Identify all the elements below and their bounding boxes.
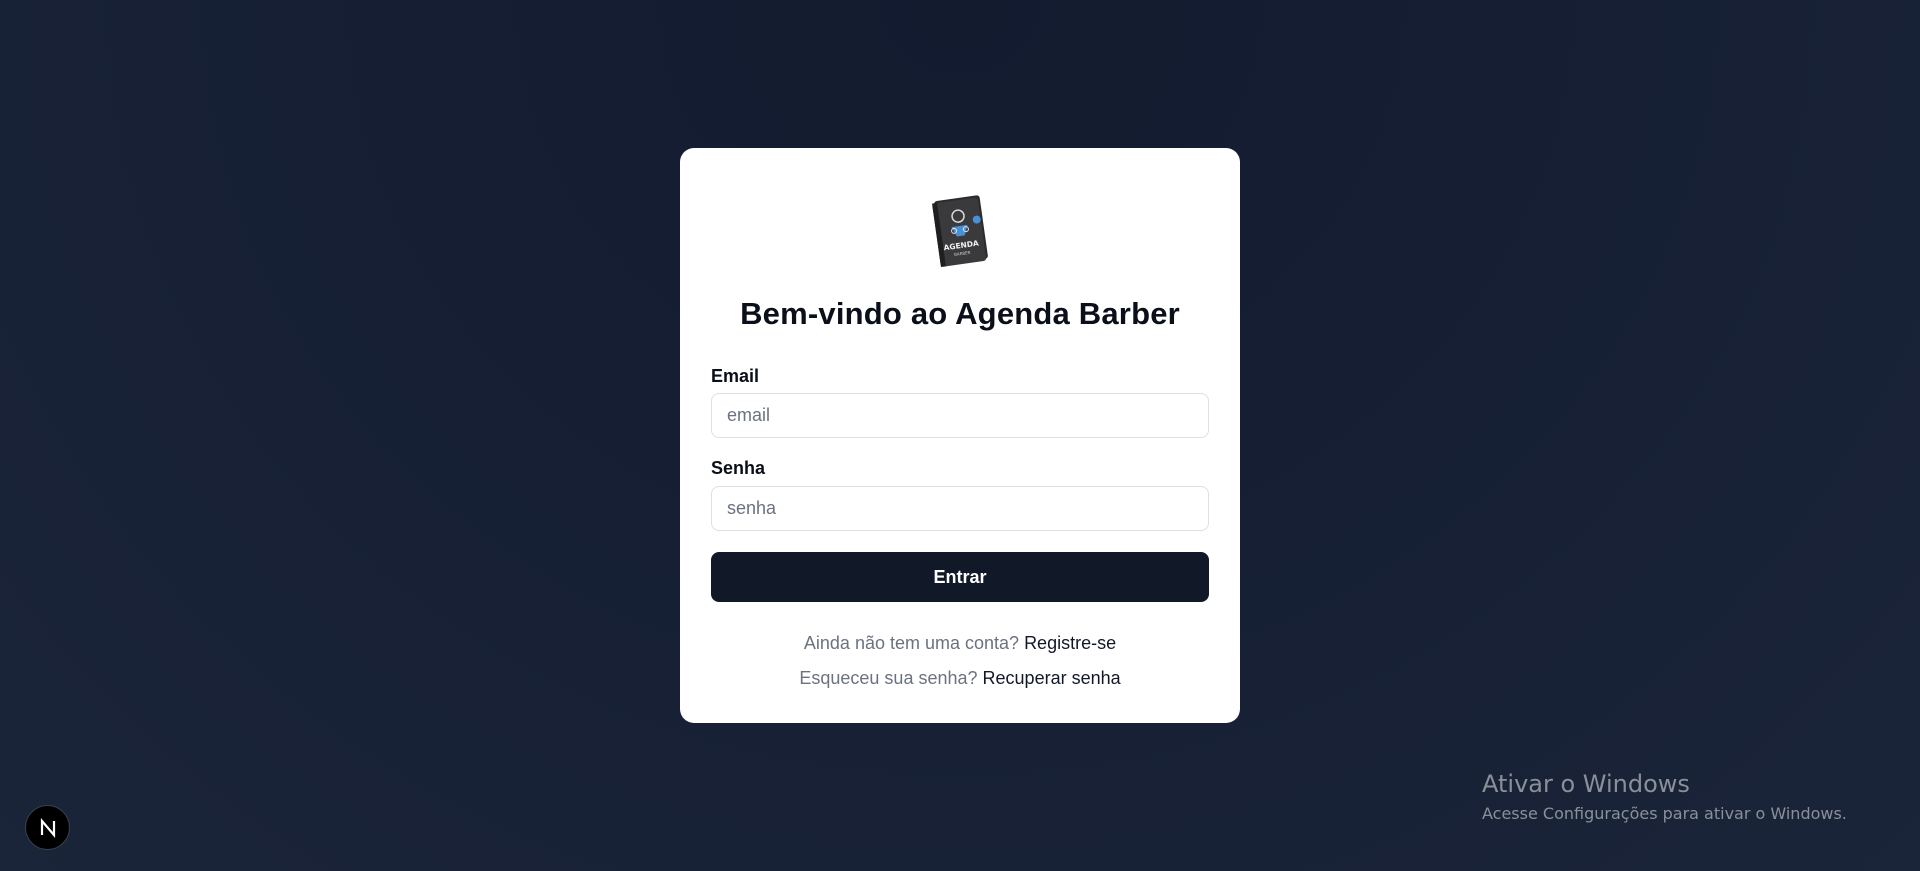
password-label: Senha [711,458,766,478]
windows-activation-watermark: Ativar o Windows Acesse Configurações pa… [1482,770,1847,823]
recover-password-link[interactable]: Recuperar senha [983,668,1121,688]
email-input[interactable] [711,393,1209,438]
windows-watermark-subtitle: Acesse Configurações para ativar o Windo… [1482,804,1847,823]
forgot-password-row: Esqueceu sua senha? Recuperar senha [680,668,1240,689]
email-label: Email [711,366,760,386]
register-row: Ainda não tem uma conta? Registre-se [680,633,1240,654]
agenda-barber-logo-icon: AGENDA BARBER [932,195,988,268]
register-link[interactable]: Registre-se [1024,633,1116,653]
nextjs-icon [40,817,55,838]
forgot-password-prompt: Esqueceu sua senha? [799,668,978,688]
login-card: AGENDA BARBER Bem-vindo ao Agenda Barber… [680,148,1240,723]
login-button[interactable]: Entrar [711,552,1209,602]
nextjs-dev-badge[interactable] [25,805,70,850]
password-input[interactable] [711,486,1209,531]
windows-watermark-title: Ativar o Windows [1482,770,1690,798]
logo: AGENDA BARBER [680,190,1240,270]
page-title: Bem-vindo ao Agenda Barber [740,296,1180,331]
register-prompt: Ainda não tem uma conta? [803,633,1020,653]
